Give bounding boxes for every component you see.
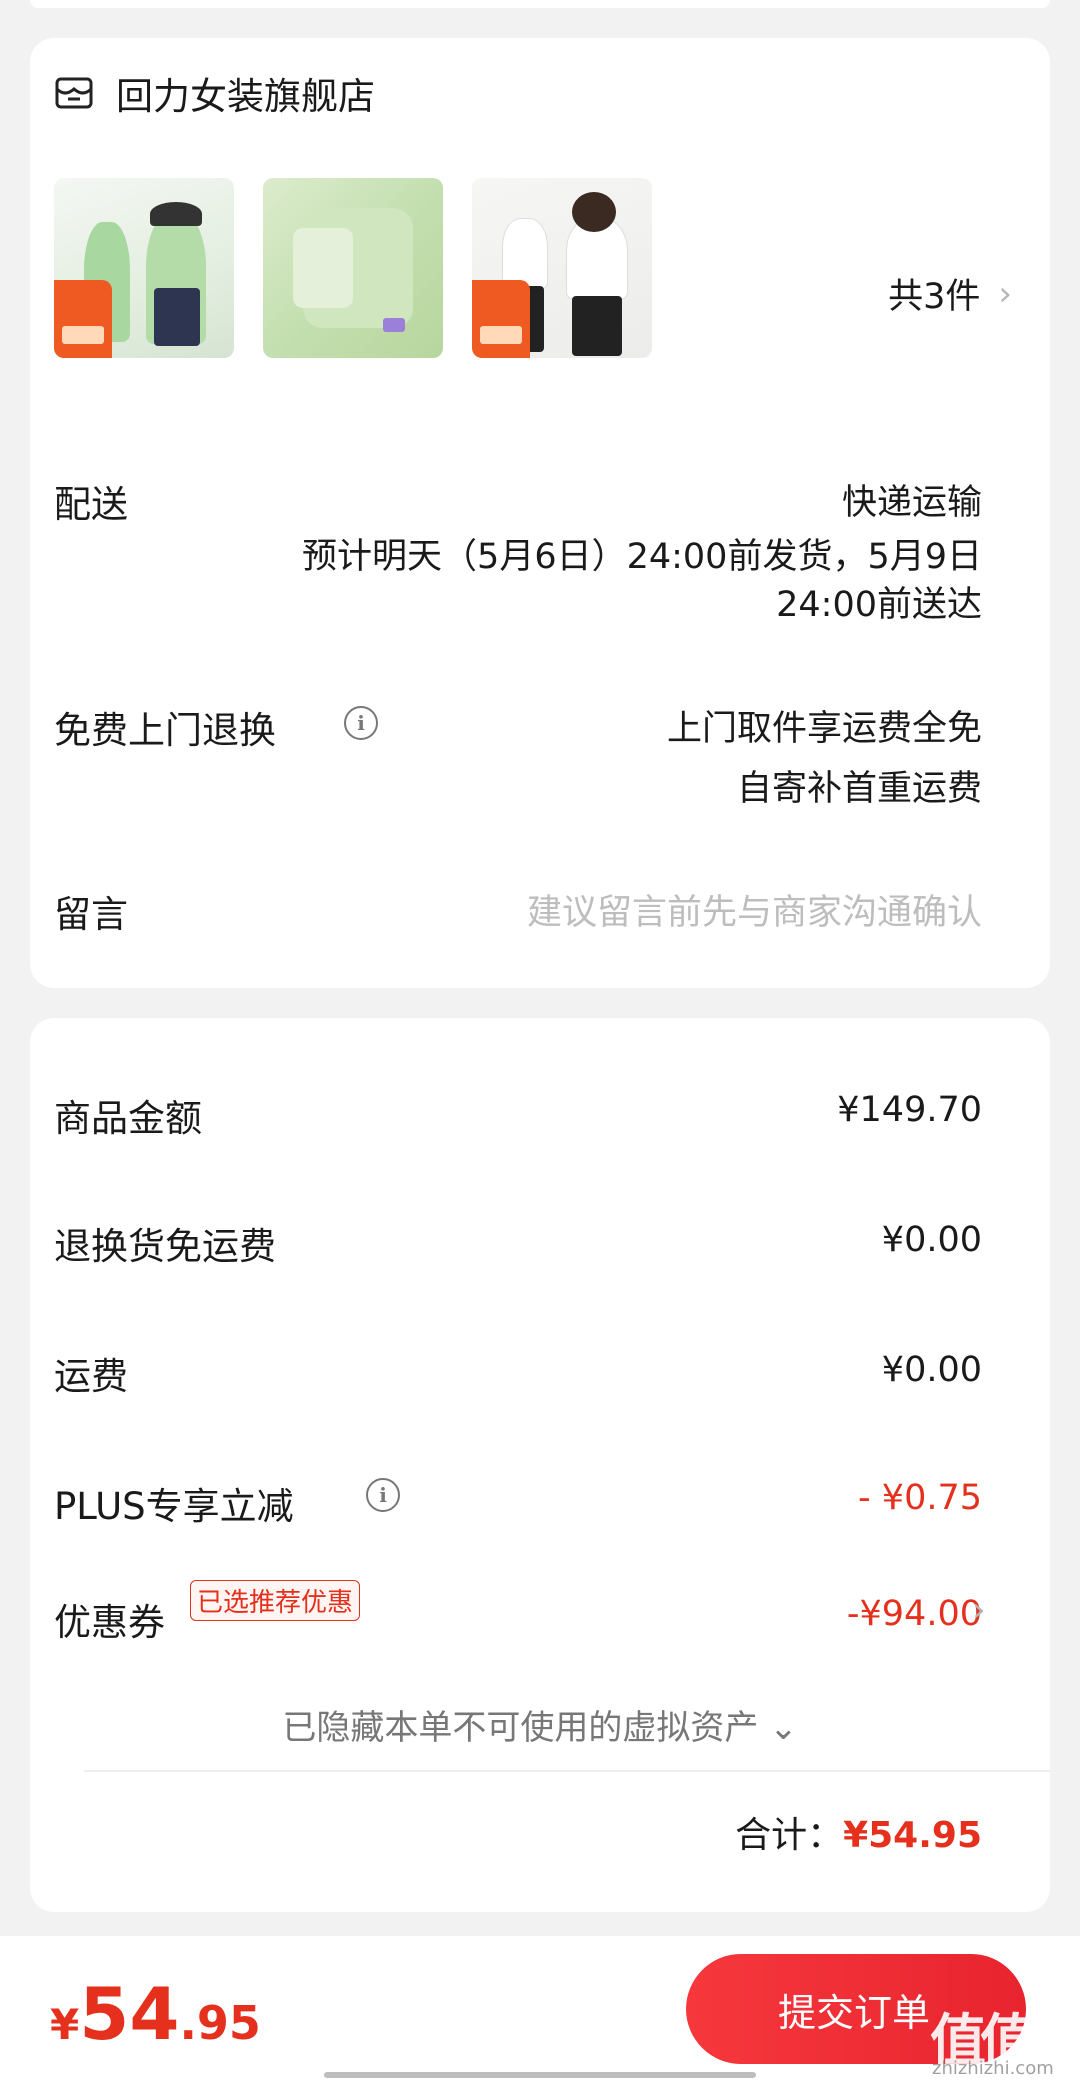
product-count-link[interactable]: 共3件 › [888, 268, 1012, 319]
store-name: 回力女装旗舰店 [116, 75, 375, 118]
product-thumbnail-1[interactable] [54, 178, 234, 358]
total-label: 合计： [735, 1815, 844, 1856]
coupon-label: 优惠券 [54, 1601, 165, 1644]
free-return-label: 免费上门退换 [54, 709, 276, 752]
coupon-selected-badge: 已选推荐优惠 [190, 1580, 361, 1621]
free-return-line2: 自寄补首重运费 [736, 769, 982, 809]
price-decimal: .95 [179, 1996, 261, 2050]
delivery-method[interactable]: 快递运输 [842, 474, 982, 525]
plus-discount-label: PLUS专享立减 [54, 1485, 294, 1528]
home-indicator[interactable] [324, 2072, 756, 2078]
total-amount: ¥54.95 [843, 1815, 982, 1856]
note-label: 留言 [54, 893, 128, 936]
goods-amount: ¥149.70 [837, 1090, 982, 1130]
free-return-line1: 上门取件享运费全免 [666, 709, 982, 749]
promo-badge [472, 280, 530, 358]
product-thumbnail-2[interactable] [263, 178, 443, 358]
final-price: ¥54.95 [50, 1972, 261, 2056]
product-thumbnail-3[interactable] [472, 178, 652, 358]
order-total: 合计：¥54.95 [735, 1806, 982, 1858]
divider [84, 1770, 1050, 1772]
hidden-assets-text: 已隐藏本单不可使用的虚拟资产 [282, 1708, 759, 1748]
chevron-right-icon: › [998, 273, 1012, 314]
plus-discount-amount: - ¥0.75 [858, 1478, 982, 1518]
info-icon[interactable]: i [344, 706, 378, 740]
promo-badge [54, 280, 112, 358]
store-header[interactable]: 回力女装旗舰店 [54, 66, 375, 120]
shipping-amount: ¥0.00 [881, 1350, 982, 1390]
shipping-label: 运费 [54, 1355, 128, 1398]
hidden-assets-toggle[interactable]: 已隐藏本单不可使用的虚拟资产 ⌄ [0, 1700, 1080, 1749]
watermark-url: zhizhizhi.com [932, 2058, 1054, 2079]
product-count: 共3件 [888, 277, 981, 317]
delivery-label: 配送 [54, 483, 128, 526]
chevron-right-icon[interactable]: › [972, 1590, 986, 1630]
delivery-estimate-line2: 24:00前送达 [776, 585, 982, 625]
previous-card-edge [30, 0, 1050, 8]
price-summary-card [30, 1018, 1050, 1912]
delivery-estimate-line1: 预计明天（5月6日）24:00前发货，5月9日 [302, 537, 982, 577]
chevron-down-icon: ⌄ [769, 1708, 798, 1748]
note-input[interactable]: 建议留言前先与商家沟通确认 [527, 884, 982, 935]
return-ship-label: 退换货免运费 [54, 1225, 276, 1268]
order-confirm-page: 回力女装旗舰店 共3件 › 配送 快递运输 预计明天（5月6日）24:00前发货… [0, 0, 1080, 2084]
return-ship-amount: ¥0.00 [881, 1220, 982, 1260]
goods-amount-label: 商品金额 [54, 1097, 202, 1140]
store-icon [55, 77, 93, 109]
price-integer: 54 [79, 1972, 180, 2056]
info-icon[interactable]: i [366, 1478, 400, 1512]
currency-symbol: ¥ [50, 2000, 80, 2049]
coupon-amount[interactable]: -¥94.00 [847, 1594, 982, 1634]
